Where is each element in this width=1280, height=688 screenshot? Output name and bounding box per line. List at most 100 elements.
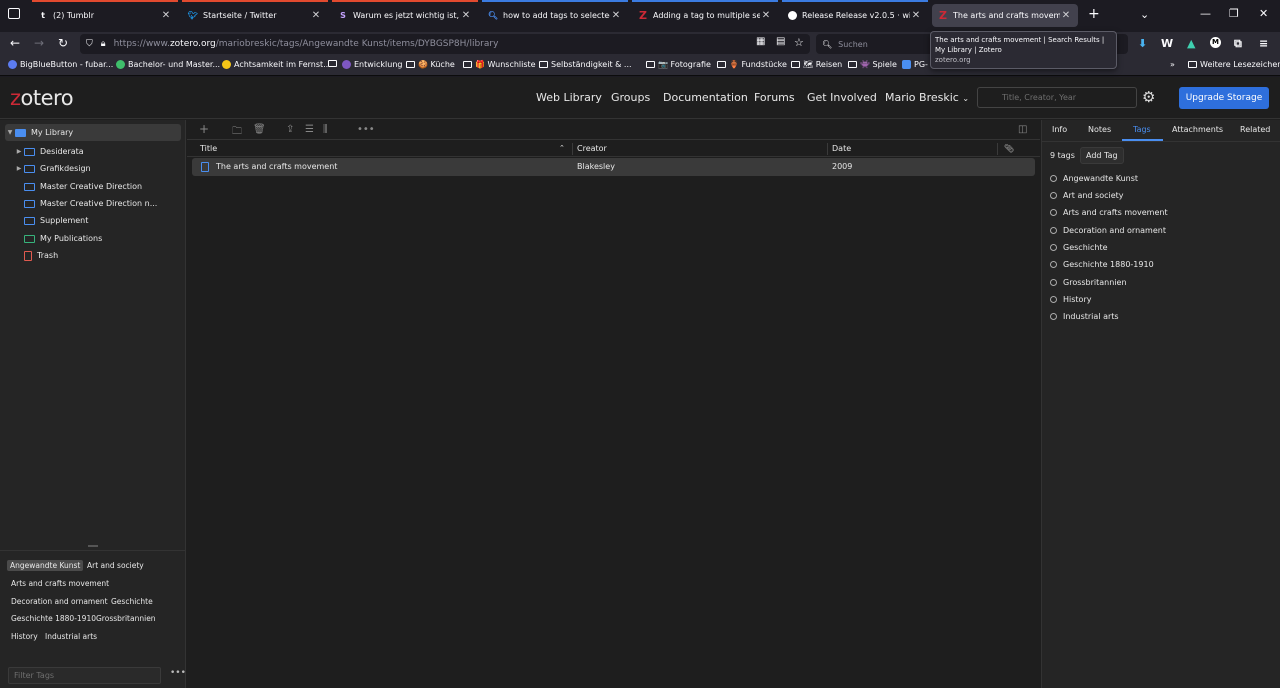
bookmark-item[interactable]: Entwicklung <box>342 60 403 69</box>
collection-grafikdesign[interactable]: ▶ Grafikdesign <box>14 160 196 177</box>
reader-view-icon[interactable]: ▤ <box>776 36 785 47</box>
bookmark-folder[interactable]: 🏺 Fundstücke <box>717 60 787 69</box>
list-all-tabs-chevron-icon[interactable]: ⌄ <box>1140 8 1149 21</box>
download-icon[interactable]: ⬇ <box>1138 37 1147 50</box>
nav-groups[interactable]: Groups <box>611 91 650 104</box>
bookmark-folder[interactable]: 🗺 Reisen <box>791 60 842 69</box>
bookmark-item[interactable]: BigBlueButton - fubar... <box>8 60 113 69</box>
new-tab-button[interactable]: + <box>1088 6 1100 22</box>
tab-tumblr[interactable]: t (2) Tumblr ✕ <box>32 0 178 30</box>
collection-master-creative-direction[interactable]: Master Creative Direction <box>14 178 196 195</box>
tag-row[interactable]: Industrial arts <box>1050 309 1119 323</box>
tag-chip-industrial-arts[interactable]: Industrial arts <box>42 631 100 642</box>
collection-my-library[interactable]: ▼ My Library <box>5 124 181 141</box>
tab-related[interactable]: Related <box>1240 125 1270 134</box>
url-text[interactable]: https://www.zotero.org/mariobreskic/tags… <box>114 39 499 49</box>
more-options-icon[interactable]: ••• <box>357 124 375 135</box>
close-tab-icon[interactable]: ✕ <box>160 10 172 21</box>
tab-how-to-add-tags[interactable]: 🔍︎ how to add tags to selected ent ✕ <box>482 0 628 30</box>
collection-desiderata[interactable]: ▶ Desiderata <box>14 143 196 160</box>
bookmark-folder[interactable]: 🎁 Wunschliste <box>463 60 536 69</box>
upgrade-storage-button[interactable]: Upgrade Storage <box>1179 87 1269 109</box>
table-row[interactable]: The arts and crafts movement Blakesley 2… <box>192 158 1035 176</box>
close-tab-icon[interactable]: ✕ <box>310 10 322 21</box>
shield-icon[interactable]: ⛉ <box>86 39 93 49</box>
column-header-date[interactable]: Date <box>832 144 851 153</box>
zotero-logo[interactable]: zotero <box>10 86 74 110</box>
tab-twitter[interactable]: 🐦︎ Startseite / Twitter ✕ <box>182 0 328 30</box>
tag-chip-arts-and-crafts-movement[interactable]: Arts and crafts movement <box>8 578 112 589</box>
close-tab-icon[interactable]: ✕ <box>460 10 472 21</box>
forward-arrow-icon[interactable]: → <box>34 36 44 50</box>
extension-w-icon[interactable]: W <box>1161 37 1173 50</box>
bookmark-folder[interactable]: Selbständigkeit & ... <box>539 60 632 69</box>
nav-documentation[interactable]: Documentation <box>663 91 748 104</box>
hamburger-menu-icon[interactable]: ≡ <box>1259 37 1268 50</box>
tag-chip-geschichte-1880-1910[interactable]: Geschichte 1880-1910 <box>8 613 99 624</box>
tab-arts-and-crafts[interactable]: Z The arts and crafts movement ✕ <box>932 4 1078 27</box>
extension-triangle-icon[interactable]: ▲ <box>1187 37 1195 50</box>
tag-chip-decoration-and-ornament[interactable]: Decoration and ornament <box>8 596 111 607</box>
tag-row[interactable]: History <box>1050 292 1091 306</box>
tag-row[interactable]: Geschichte <box>1050 240 1108 254</box>
extensions-puzzle-icon[interactable]: ⧉ <box>1234 37 1242 51</box>
column-header-title[interactable]: Title <box>200 144 217 153</box>
nav-get-involved[interactable]: Get Involved <box>807 91 877 104</box>
chevron-down-icon[interactable]: ▼ <box>5 129 15 136</box>
tab-warum[interactable]: S Warum es jetzt wichtig ist, unte ✕ <box>332 0 478 30</box>
filter-tags-input[interactable]: Filter Tags <box>8 667 161 684</box>
lock-icon[interactable]: 🔒︎ <box>101 39 106 49</box>
bookmark-item[interactable]: PG- <box>902 60 928 69</box>
close-tab-icon[interactable]: ✕ <box>1060 10 1072 21</box>
tag-row[interactable]: Grossbritannien <box>1050 275 1127 289</box>
bookmark-star-icon[interactable]: ☆ <box>794 36 804 49</box>
tag-chip-history[interactable]: History <box>8 631 41 642</box>
tab-attachments[interactable]: Attachments <box>1172 125 1223 134</box>
minimize-button[interactable]: — <box>1200 7 1211 20</box>
tab-notes[interactable]: Notes <box>1088 125 1111 134</box>
tag-selector-more-icon[interactable]: ••• <box>170 668 186 678</box>
tag-chip-angewandte-kunst[interactable]: Angewandte Kunst <box>7 560 84 571</box>
tab-tags[interactable]: Tags <box>1133 125 1151 134</box>
add-to-collection-icon[interactable]: 🗀︎ <box>232 124 242 141</box>
tab-adding-a-tag[interactable]: Z Adding a tag to multiple selecti ✕ <box>632 0 778 30</box>
tag-row[interactable]: Art and society <box>1050 188 1124 202</box>
firefox-view-icon[interactable] <box>8 8 20 19</box>
bookmark-folder[interactable]: 📷 Fotografie <box>646 60 711 69</box>
bookmark-folder[interactable]: 👾 Spiele <box>848 60 897 69</box>
tag-row[interactable]: Angewandte Kunst <box>1050 171 1138 185</box>
bookmark-folder[interactable] <box>328 60 340 67</box>
collection-master-creative-direction-n[interactable]: Master Creative Direction n... <box>14 195 196 212</box>
column-separator[interactable] <box>827 143 828 155</box>
chevron-right-icon[interactable]: ▶ <box>14 148 24 155</box>
close-tab-icon[interactable]: ✕ <box>760 10 772 21</box>
tab-info[interactable]: Info <box>1052 125 1067 134</box>
back-arrow-icon[interactable]: ← <box>10 36 20 50</box>
tag-row[interactable]: Decoration and ornament <box>1050 223 1166 237</box>
bookmark-item[interactable]: Bachelor- und Master... <box>116 60 220 69</box>
extension-m-icon[interactable]: M <box>1210 37 1221 48</box>
other-bookmarks[interactable]: Weitere Lesezeichen <box>1188 60 1280 69</box>
bookmark-folder[interactable]: 🍪 Küche <box>406 60 455 69</box>
pane-resize-handle[interactable] <box>88 545 98 547</box>
gear-icon[interactable]: ⚙ <box>1142 88 1155 106</box>
tag-chip-geschichte[interactable]: Geschichte <box>108 596 156 607</box>
column-separator[interactable] <box>572 143 573 155</box>
nav-web-library[interactable]: Web Library <box>536 91 602 104</box>
add-tag-button[interactable]: Add Tag <box>1080 147 1124 164</box>
tag-row[interactable]: Arts and crafts movement <box>1050 205 1168 219</box>
close-tab-icon[interactable]: ✕ <box>910 10 922 21</box>
nav-forums[interactable]: Forums <box>754 91 795 104</box>
collection-supplement[interactable]: Supplement <box>14 212 196 229</box>
column-separator[interactable] <box>997 143 998 155</box>
collection-my-publications[interactable]: My Publications <box>14 230 196 247</box>
tag-chip-grossbritannien[interactable]: Grossbritannien <box>93 613 159 624</box>
trash-icon[interactable]: 🗑︎ <box>253 124 266 135</box>
library-stack-icon[interactable]: ⫼ <box>323 124 328 135</box>
more-bookmarks-chevron-icon[interactable]: » <box>1170 60 1175 69</box>
bookmark-item[interactable]: Achtsamkeit im Fernst... <box>222 60 331 69</box>
attachment-paperclip-icon[interactable]: 📎︎ <box>1004 144 1014 153</box>
library-search-input[interactable]: Title, Creator, Year <box>977 87 1137 108</box>
reload-icon[interactable]: ↻ <box>58 36 68 50</box>
close-tab-icon[interactable]: ✕ <box>610 10 622 21</box>
